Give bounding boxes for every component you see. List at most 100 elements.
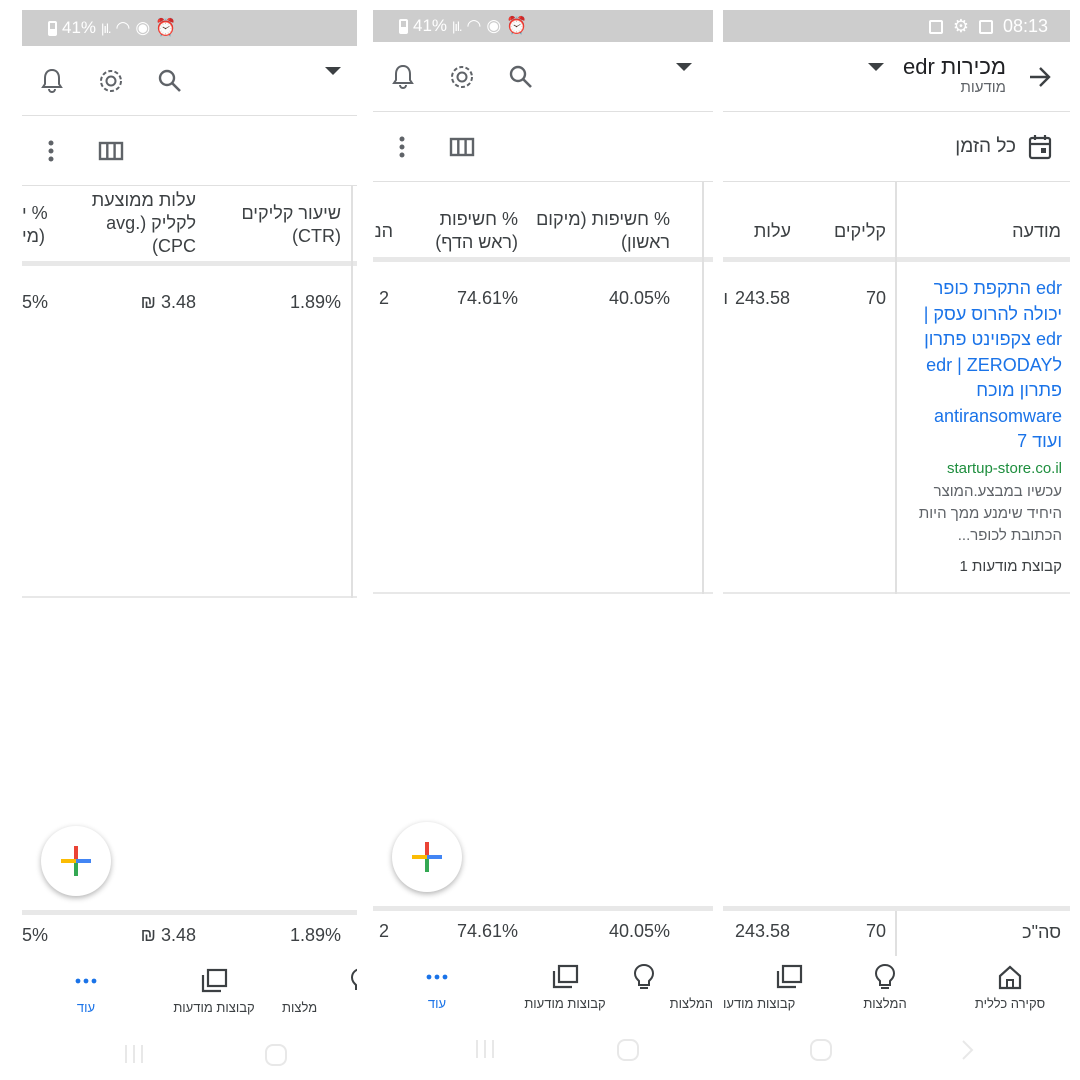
- column-header-impr-abs-top[interactable]: % חשיפות (מיקום ראשון): [520, 208, 670, 254]
- plus-icon: [61, 846, 91, 876]
- status-bar: ⚙ 08:13: [723, 10, 1070, 42]
- more-horiz-icon: [377, 962, 497, 992]
- column-divider: [895, 911, 897, 956]
- totals-label: סה"כ: [1022, 922, 1061, 942]
- nav-more[interactable]: עוד: [377, 962, 497, 1011]
- recents-icon[interactable]: [122, 1043, 146, 1070]
- cpc-value: ₪ 3.48: [140, 292, 196, 312]
- more-vert-icon[interactable]: [35, 135, 67, 167]
- nav-recommendations[interactable]: המלצות: [633, 962, 713, 1011]
- column-divider: [351, 266, 353, 598]
- battery-level: 41%: [413, 16, 448, 35]
- table-row[interactable]: 1.89% ₪ 3.48 5%: [22, 266, 357, 598]
- total-clicks: 70: [865, 921, 886, 941]
- column-header-cpc[interactable]: עלות ממוצעת לקליק (.avg CPC): [66, 189, 196, 258]
- home-icon[interactable]: [809, 1038, 833, 1067]
- more-horiz-icon: [26, 966, 146, 996]
- impr-abs-top-value: 40.05%: [608, 288, 670, 308]
- plus-icon: [412, 842, 442, 872]
- total-cost: 243.58: [734, 921, 790, 941]
- back-icon[interactable]: [959, 1038, 975, 1067]
- total-ctr: 1.89%: [289, 925, 341, 945]
- table-header: % חשיפות (מיקום ראשון) % חשיפות (ראש הדף…: [373, 182, 713, 262]
- battery-level: 41%: [62, 18, 97, 37]
- chevron-down-icon[interactable]: [325, 67, 341, 75]
- home-outline-icon: [950, 962, 1070, 992]
- chevron-down-icon[interactable]: [868, 63, 884, 71]
- cost-currency-partial: ו: [723, 288, 728, 308]
- search-icon[interactable]: [154, 65, 186, 97]
- search-icon[interactable]: [505, 61, 537, 93]
- impr-top-value: 74.61%: [456, 288, 518, 308]
- settings-icon[interactable]: [95, 65, 127, 97]
- total-impr-abs-top: 40.05%: [608, 921, 670, 941]
- nav-ad-groups[interactable]: קבוצות מודעו: [723, 962, 803, 1011]
- signal-icon: |ıl.: [101, 20, 111, 36]
- date-range-label: כל הזמן: [955, 136, 1016, 157]
- alarm-icon: ⏰: [506, 16, 528, 35]
- more-vert-icon[interactable]: [386, 131, 418, 163]
- column-header-ad[interactable]: מודעה: [1012, 220, 1061, 243]
- column-divider: [895, 262, 897, 594]
- ad-description: עכשיו במבצע.המוצר היחיד שימנע ממך היות ה…: [918, 483, 1062, 544]
- home-icon[interactable]: [264, 1043, 288, 1072]
- total-cpc: ₪ 3.48: [140, 925, 196, 945]
- ad-headline-link[interactable]: edr התקפת כופר יכולה להרוס עסק | edr צקפ…: [912, 276, 1062, 455]
- app-bar: מכירות edr מודעות: [723, 42, 1070, 112]
- ad-groups-icon: [154, 966, 274, 996]
- wifi-icon: ◠: [466, 16, 482, 35]
- columns-icon[interactable]: [446, 131, 478, 163]
- nav-overview[interactable]: סקירה כללית: [950, 962, 1070, 1011]
- system-navigation: [723, 1030, 1070, 1070]
- add-button[interactable]: [41, 826, 111, 896]
- column-header-ctr[interactable]: שיעור קליקים (CTR): [221, 202, 341, 248]
- system-navigation: [373, 1030, 713, 1070]
- check-notification-icon: [928, 19, 943, 34]
- table-row[interactable]: 40.05% 74.61% 2: [373, 262, 713, 594]
- partial-value: 5%: [22, 292, 49, 312]
- date-range-bar[interactable]: כל הזמן: [723, 112, 1070, 182]
- bottom-navigation: המלצות קבוצות מודעות עוד: [373, 956, 713, 1026]
- location-icon: ◉: [135, 18, 151, 37]
- clock-time: 08:13: [1002, 16, 1048, 36]
- columns-icon[interactable]: [95, 135, 127, 167]
- totals-row: 40.05% 74.61% 2: [373, 906, 713, 952]
- bottom-navigation: מלצות קבוצות מודעות עוד: [22, 960, 357, 1030]
- notifications-icon[interactable]: [387, 61, 419, 93]
- status-bar: 41% |ıl. ◠ ◉ ⏰: [373, 10, 713, 42]
- table-header: שיעור קליקים (CTR) עלות ממוצעת לקליק (.a…: [22, 186, 357, 266]
- total-impr-top: 74.61%: [456, 921, 518, 941]
- back-arrow-icon[interactable]: [1024, 61, 1056, 93]
- column-header-impr-top[interactable]: % חשיפות (ראש הדף): [408, 208, 518, 254]
- app-notification-icon: ⚙: [952, 16, 969, 36]
- nav-recommendations[interactable]: המלצות: [825, 962, 945, 1011]
- add-button[interactable]: [392, 822, 462, 892]
- nav-more[interactable]: עוד: [26, 966, 146, 1015]
- notifications-icon[interactable]: [36, 65, 68, 97]
- column-header-clicks[interactable]: קליקים: [834, 220, 886, 243]
- recents-icon[interactable]: [473, 1038, 497, 1065]
- column-divider: [702, 262, 704, 594]
- page-title[interactable]: מכירות edr: [903, 54, 1006, 80]
- ad-groups-icon: [505, 962, 625, 992]
- page-subtitle: מודעות: [960, 79, 1006, 96]
- home-icon[interactable]: [616, 1038, 640, 1067]
- nav-ad-groups[interactable]: קבוצות מודעות: [505, 962, 625, 1011]
- ad-group-name[interactable]: קבוצת מודעות 1: [960, 558, 1062, 575]
- screenshot-panel-3: ⚙ 08:13 מכירות edr מודעות כל הזמן מודעה …: [723, 10, 1070, 1080]
- settings-icon[interactable]: [446, 61, 478, 93]
- cost-value: 243.58: [734, 288, 790, 308]
- system-navigation: [22, 1035, 357, 1075]
- column-header-partial[interactable]: % י (מי: [22, 202, 52, 248]
- chevron-down-icon[interactable]: [676, 63, 692, 71]
- alarm-icon: ⏰: [155, 18, 177, 37]
- total-partial: 5%: [22, 925, 49, 945]
- signal-icon: |ıl.: [452, 18, 462, 34]
- column-header-partial[interactable]: הנ: [373, 220, 393, 243]
- nav-recommendations[interactable]: מלצות: [282, 966, 357, 1015]
- nav-ad-groups[interactable]: קבוצות מודעות: [154, 966, 274, 1015]
- column-header-cost[interactable]: עלות: [754, 220, 791, 243]
- lightbulb-icon: [825, 962, 945, 992]
- status-left: 41% |ıl. ◠ ◉ ⏰: [48, 18, 176, 38]
- screenshot-panel-2: 41% |ıl. ◠ ◉ ⏰ % חשיפות (מיקום ראשון) % …: [373, 10, 713, 1080]
